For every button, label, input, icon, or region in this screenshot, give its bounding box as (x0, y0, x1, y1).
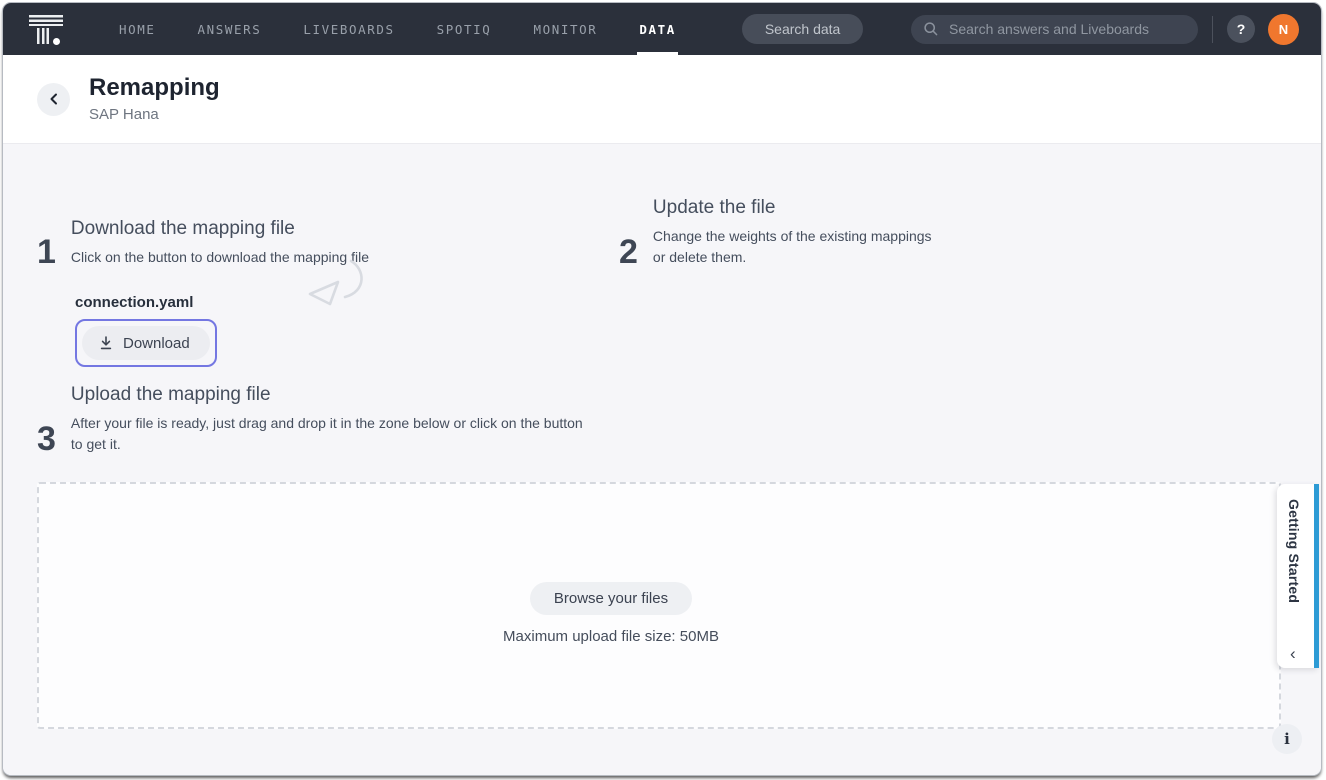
header-titles: Remapping SAP Hana (89, 75, 220, 122)
step-3: 3 Upload the mapping file After your fil… (37, 384, 1321, 454)
step-1-number: 1 (37, 237, 56, 268)
nav-right-cluster: ? N (911, 14, 1299, 45)
dropzone-content: Browse your files Maximum upload file si… (503, 582, 719, 645)
logo-stem (37, 28, 49, 44)
page-title: Remapping (89, 75, 220, 101)
download-highlight-outline: Download (75, 319, 217, 367)
page-subtitle: SAP Hana (89, 106, 220, 123)
download-area: connection.yaml Download (75, 294, 1321, 367)
step-3-text: Upload the mapping file After your file … (71, 384, 583, 454)
step-2-number: 2 (619, 237, 638, 268)
browse-files-button[interactable]: Browse your files (530, 582, 692, 615)
download-icon (98, 335, 114, 351)
max-upload-size-text: Maximum upload file size: 50MB (503, 628, 719, 645)
getting-started-label: Getting Started (1286, 499, 1302, 603)
info-button[interactable]: i (1272, 724, 1302, 754)
nav-divider (1212, 16, 1213, 43)
download-button[interactable]: Download (82, 326, 210, 360)
file-dropzone[interactable]: Browse your files Maximum upload file si… (37, 482, 1281, 729)
steps-row: 1 Download the mapping file Click on the… (37, 197, 1321, 267)
step-2-title: Update the file (653, 197, 945, 219)
step-1-text: Download the mapping file Click on the b… (71, 218, 369, 268)
mapping-file-name: connection.yaml (75, 294, 1321, 311)
main-content: 1 Download the mapping file Click on the… (3, 144, 1321, 776)
nav-menu: HOME ANSWERS LIVEBOARDS SPOTIQ MONITOR D… (117, 3, 716, 55)
global-search-input[interactable] (947, 20, 1188, 38)
thoughtspot-logo-icon[interactable] (29, 14, 65, 45)
step-1-title: Download the mapping file (71, 218, 369, 240)
global-search-box[interactable] (911, 15, 1198, 44)
logo-dot (53, 38, 60, 45)
step-3-description: After your file is ready, just drag and … (71, 413, 583, 454)
nav-item-data[interactable]: DATA (637, 3, 678, 55)
download-button-label: Download (123, 335, 190, 352)
back-button[interactable] (37, 83, 70, 116)
app-window: HOME ANSWERS LIVEBOARDS SPOTIQ MONITOR D… (2, 2, 1322, 776)
nav-item-answers[interactable]: ANSWERS (196, 3, 264, 55)
step-1: 1 Download the mapping file Click on the… (37, 218, 619, 268)
step-1-description: Click on the button to download the mapp… (71, 247, 369, 268)
step-2-text: Update the file Change the weights of th… (653, 197, 945, 267)
nav-item-liveboards[interactable]: LIVEBOARDS (301, 3, 396, 55)
user-avatar[interactable]: N (1268, 14, 1299, 45)
page-header: Remapping SAP Hana (3, 55, 1321, 144)
nav-item-monitor[interactable]: MONITOR (531, 3, 599, 55)
getting-started-tab[interactable]: Getting Started ‹ (1277, 484, 1319, 668)
search-icon (923, 21, 939, 37)
step-3-number: 3 (37, 424, 56, 455)
nav-item-home[interactable]: HOME (117, 3, 158, 55)
nav-item-spotiq[interactable]: SPOTIQ (435, 3, 494, 55)
search-data-button[interactable]: Search data (742, 14, 864, 44)
getting-started-accent-bar (1314, 484, 1319, 668)
chevron-left-icon (47, 92, 61, 106)
step-2-description: Change the weights of the existing mappi… (653, 226, 945, 267)
top-nav: HOME ANSWERS LIVEBOARDS SPOTIQ MONITOR D… (3, 3, 1321, 55)
step-2: 2 Update the file Change the weights of … (619, 197, 945, 267)
help-button[interactable]: ? (1227, 15, 1255, 43)
step-3-title: Upload the mapping file (71, 384, 583, 406)
logo-top-bar (29, 15, 63, 26)
collapse-chevron-icon[interactable]: ‹ (1290, 645, 1296, 662)
